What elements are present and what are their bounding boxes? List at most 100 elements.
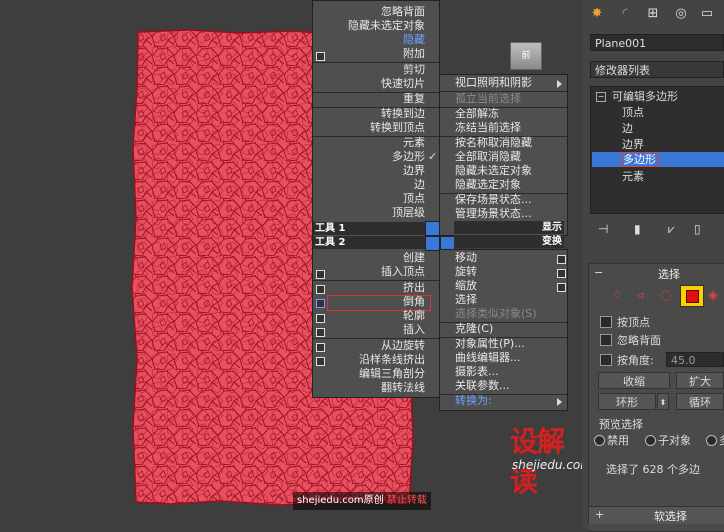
menu-item-convert-to[interactable]: 转换为: xyxy=(455,394,492,408)
by-angle-checkbox[interactable] xyxy=(600,354,612,366)
menu-item-convert-to-vertex[interactable]: 转换到顶点 xyxy=(313,121,425,135)
menu-item-wire-parameters[interactable]: 关联参数... xyxy=(455,379,510,393)
shrink-button[interactable]: 收缩 xyxy=(598,372,670,389)
check-icon: ✓ xyxy=(428,150,438,163)
menu-item-hide-selected-objects[interactable]: 隐藏选定对象 xyxy=(455,178,521,192)
by-vertex-label: 按顶点 xyxy=(617,316,650,329)
settings-box-icon[interactable] xyxy=(557,283,566,292)
menu-item-edit-triangulation[interactable]: 编辑三角剖分 xyxy=(313,367,425,381)
menu-item-convert-to-edge[interactable]: 转换到边 xyxy=(313,107,425,121)
menu-item-unhide-all[interactable]: 全部取消隐藏 xyxy=(455,150,521,164)
menu-item-object-properties[interactable]: 对象属性(P)... xyxy=(455,337,525,351)
stack-item-edge[interactable]: 边 xyxy=(622,121,633,136)
rollout-selection-title[interactable]: 选择 xyxy=(658,266,680,282)
element-mode-icon[interactable]: ◈ xyxy=(708,288,718,303)
grow-button[interactable]: 扩大 xyxy=(676,372,724,389)
soft-selection-title[interactable]: 软选择 xyxy=(654,508,687,524)
settings-box-icon[interactable] xyxy=(557,255,566,264)
menu-item-flip-normals[interactable]: 翻转法线 xyxy=(313,381,425,395)
stack-item-polygon[interactable]: 多边形 xyxy=(620,152,659,167)
menu-item-manage-scene-states[interactable]: 管理场景状态... xyxy=(455,207,532,221)
watermark: shejiedu.com原创 禁止转载 xyxy=(293,492,431,510)
menu-item-hide-unselected[interactable]: 隐藏未选定对象 xyxy=(313,19,425,33)
menu-item-inset[interactable]: 插入 xyxy=(313,323,425,337)
menu-header-tools1: 工具 1 xyxy=(313,222,427,235)
menu-item-hinge-from-edge[interactable]: 从边旋转 xyxy=(313,339,425,353)
menu-item-move[interactable]: 移动 xyxy=(455,251,477,265)
angle-spinner[interactable]: 45.0 xyxy=(666,352,724,367)
view-cube[interactable]: 前 xyxy=(510,42,542,70)
menu-item-extrude[interactable]: 挤出 xyxy=(313,281,425,295)
menu-item-select[interactable]: 选择 xyxy=(455,293,477,307)
menu-item-ignore-backfacing[interactable]: 忽略背面 xyxy=(313,5,425,19)
quad-menu-right-upper: 视口照明和阴影 孤立当前选择 全部解冻 冻结当前选择 按名称取消隐藏 全部取消隐… xyxy=(439,74,568,236)
menu-item-isolate-selection[interactable]: 孤立当前选择 xyxy=(455,92,521,106)
menu-item-bevel[interactable]: 倒角 xyxy=(313,295,425,309)
modifier-stack xyxy=(590,86,724,214)
menu-item-curve-editor[interactable]: 曲线编辑器... xyxy=(455,351,521,365)
site-logo-url: shejiedu.com xyxy=(512,458,582,472)
preview-off-radio[interactable] xyxy=(594,435,605,446)
menu-item-attach[interactable]: 附加 xyxy=(313,47,425,61)
loop-button[interactable]: 循环 xyxy=(676,393,724,410)
menu-item-edge[interactable]: 边 xyxy=(313,178,425,192)
menu-item-dope-sheet[interactable]: 摄影表... xyxy=(455,365,499,379)
menu-item-save-scene-state[interactable]: 保存场景状态... xyxy=(455,193,532,207)
menu-item-hide[interactable]: 隐藏 xyxy=(313,33,425,47)
make-unique-icon[interactable]: ⩗ xyxy=(668,222,684,236)
hierarchy-tab-icon[interactable]: ⊞ xyxy=(644,5,662,23)
polygon-mode-button[interactable] xyxy=(680,285,704,307)
menu-item-create[interactable]: 创建 xyxy=(313,251,425,265)
preview-multi-radio[interactable] xyxy=(706,435,717,446)
menu-item-unfreeze-all[interactable]: 全部解冻 xyxy=(455,107,499,121)
create-tab-icon[interactable]: ✸ xyxy=(588,5,606,23)
collapse-icon[interactable]: − xyxy=(596,92,606,102)
motion-tab-icon[interactable]: ◎ xyxy=(672,5,690,23)
edge-mode-icon[interactable]: ◃ xyxy=(637,288,644,303)
border-mode-icon[interactable]: ◌ xyxy=(660,288,671,303)
modifier-list-dropdown[interactable]: 修改器列表 xyxy=(590,61,724,78)
menu-item-extrude-along-spline[interactable]: 沿样条线挤出 xyxy=(313,353,425,367)
ring-spinner[interactable]: ⬍ xyxy=(657,393,669,410)
object-name-field[interactable]: Plane001 xyxy=(590,34,724,51)
menu-item-repeat[interactable]: 重复 xyxy=(313,92,425,106)
settings-box-icon[interactable] xyxy=(557,269,566,278)
preview-subobject-radio[interactable] xyxy=(645,435,656,446)
next-rollout xyxy=(588,524,724,530)
menu-item-quickslice[interactable]: 快速切片 xyxy=(313,77,425,91)
soft-selection-expand-icon[interactable]: + xyxy=(595,508,604,521)
menu-item-scale[interactable]: 缩放 xyxy=(455,279,477,293)
menu-item-viewport-lighting[interactable]: 视口照明和阴影 xyxy=(455,76,532,90)
stack-item-vertex[interactable]: 顶点 xyxy=(622,105,644,120)
vertex-mode-icon[interactable]: ⁘ xyxy=(612,288,623,303)
pin-stack-icon[interactable]: ⊣ xyxy=(598,222,614,236)
rollout-collapse-icon[interactable]: − xyxy=(594,266,603,279)
stack-item-element[interactable]: 元素 xyxy=(622,169,644,184)
menu-item-hide-unselected-objects[interactable]: 隐藏未选定对象 xyxy=(455,164,532,178)
menu-item-rotate[interactable]: 旋转 xyxy=(455,265,477,279)
menu-item-cut[interactable]: 剪切 xyxy=(313,63,425,77)
menu-item-clone[interactable]: 克隆(C) xyxy=(455,322,493,336)
display-tab-icon[interactable]: ▭ xyxy=(698,5,716,23)
menu-item-select-similar[interactable]: 选择类似对象(S) xyxy=(455,307,537,321)
menu-item-vertex[interactable]: 顶点 xyxy=(313,192,425,206)
menu-item-outline[interactable]: 轮廓 xyxy=(313,309,425,323)
menu-item-top-level[interactable]: 顶层级 xyxy=(313,206,425,220)
menu-header-display: 显示 xyxy=(454,221,564,234)
ring-button[interactable]: 环形 xyxy=(598,393,656,410)
menu-item-border[interactable]: 边界 xyxy=(313,164,425,178)
preview-selection-label: 预览选择 xyxy=(599,418,643,431)
ignore-backfacing-checkbox[interactable] xyxy=(600,334,612,346)
stack-item-border[interactable]: 边界 xyxy=(622,137,644,152)
menu-item-element[interactable]: 元素 xyxy=(313,136,425,150)
menu-item-freeze-selection[interactable]: 冻结当前选择 xyxy=(455,121,521,135)
menu-item-unhide-by-name[interactable]: 按名称取消隐藏 xyxy=(455,136,532,150)
show-end-result-icon[interactable]: ▮ xyxy=(634,222,650,236)
menu-item-polygon[interactable]: 多边形 xyxy=(313,150,425,164)
polygon-mode-icon xyxy=(686,290,699,303)
modify-tab-icon[interactable]: ◜ xyxy=(616,5,634,23)
by-vertex-checkbox[interactable] xyxy=(600,316,612,328)
stack-item-editable-poly[interactable]: 可编辑多边形 xyxy=(612,89,678,104)
menu-item-insert-vertex[interactable]: 插入顶点 xyxy=(313,265,425,279)
remove-modifier-icon[interactable]: ▯ xyxy=(694,222,710,236)
